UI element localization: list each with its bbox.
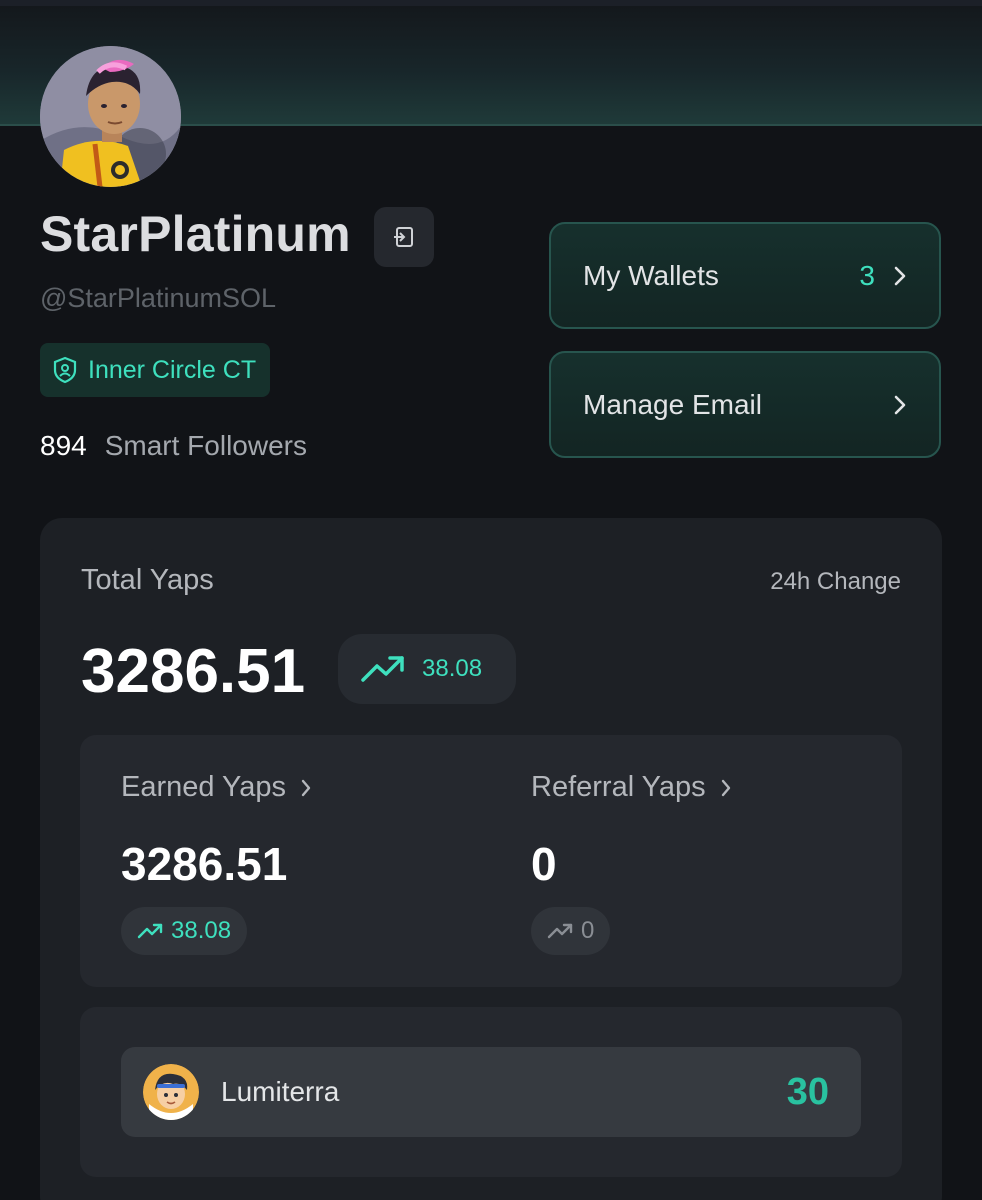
followers-count: 894 [40, 430, 87, 461]
chevron-right-icon [893, 265, 907, 287]
my-wallets-button[interactable]: My Wallets 3 [549, 222, 941, 329]
status-badge: Inner Circle CT [40, 343, 271, 397]
total-change-pill: 38.08 [338, 634, 516, 704]
referral-yaps-link[interactable]: Referral Yaps [531, 771, 732, 804]
avatar[interactable] [40, 46, 181, 187]
earned-yaps-link[interactable]: Earned Yaps [121, 771, 312, 804]
logout-button[interactable] [374, 207, 434, 267]
earned-yaps-value: 3286.51 [121, 838, 288, 890]
referral-yaps-section: Referral Yaps 0 0 [531, 735, 911, 987]
referral-yaps-value: 0 [531, 838, 557, 890]
email-label: Manage Email [583, 388, 762, 420]
project-name: Lumiterra [221, 1076, 340, 1107]
earned-change-pill: 38.08 [121, 907, 248, 955]
followers-label: Smart Followers [104, 430, 307, 461]
badge-label: Inner Circle CT [88, 355, 257, 384]
wallets-count: 3 [859, 259, 875, 291]
manage-email-button[interactable]: Manage Email [549, 351, 941, 458]
earned-yaps-section: Earned Yaps 3286.51 38.08 [121, 735, 501, 987]
earned-yaps-label: Earned Yaps [121, 771, 286, 803]
total-change-value: 38.08 [422, 655, 483, 682]
project-score: 30 [786, 1070, 829, 1113]
wallets-label: My Wallets [583, 259, 719, 291]
referral-change-pill: 0 [531, 907, 611, 955]
profile-handle: @StarPlatinumSOL [40, 283, 276, 313]
profile-name: StarPlatinum [40, 206, 351, 262]
trending-up-icon [547, 923, 573, 939]
referral-yaps-label: Referral Yaps [531, 771, 706, 803]
smart-followers: 894 Smart Followers [40, 430, 307, 462]
project-row[interactable]: Lumiterra 30 [121, 1047, 861, 1137]
change-label: 24h Change [770, 568, 901, 595]
project-avatar [143, 1064, 199, 1120]
trending-up-icon [361, 656, 404, 682]
trending-up-icon [137, 923, 163, 939]
logout-icon [394, 227, 413, 247]
chevron-right-icon [893, 394, 907, 416]
total-yaps-value: 3286.51 [81, 637, 306, 706]
shield-icon [53, 356, 77, 384]
chevron-right-icon [301, 779, 311, 796]
projects-card: Lumiterra 30 [80, 1007, 902, 1177]
earned-change-value: 38.08 [171, 917, 232, 944]
referral-change-value: 0 [581, 917, 595, 944]
yaps-breakdown: Earned Yaps 3286.51 38.08 Referral Yaps [80, 735, 902, 987]
avatar-illustration [40, 46, 181, 187]
yaps-card: Total Yaps 24h Change 3286.51 38.08 Earn… [40, 518, 942, 1200]
chevron-right-icon [721, 779, 730, 796]
profile-page: StarPlatinum @StarPlatinumSOL Inner Circ… [0, 0, 982, 1200]
total-yaps-label: Total Yaps [81, 564, 214, 596]
project-logo-icon [143, 1064, 199, 1120]
